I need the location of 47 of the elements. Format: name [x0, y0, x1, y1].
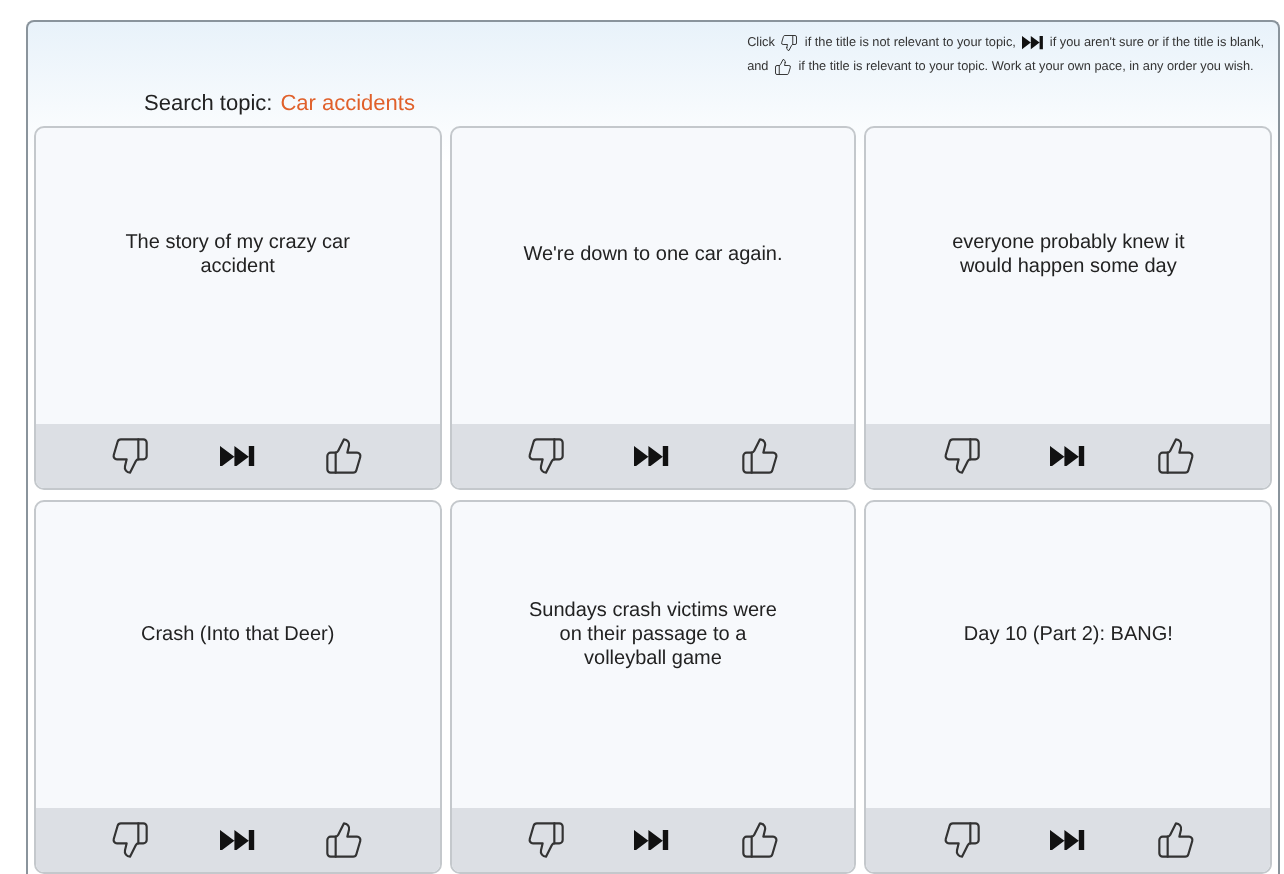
skip-button[interactable] — [219, 445, 256, 467]
card-title: everyone probably knew it would happen some day — [950, 230, 1187, 282]
skip-button[interactable] — [634, 445, 671, 467]
card-title: Day 10 (Part 2): BANG! — [961, 621, 1175, 649]
thumbs-down-icon — [780, 34, 799, 52]
skip-icon — [1021, 36, 1044, 50]
relevant-button[interactable] — [324, 820, 365, 860]
thumbs-up-icon — [1155, 820, 1196, 860]
card-title: Crash (Into that Deer) — [138, 621, 337, 649]
thumbs-down-icon — [525, 820, 566, 860]
skip-icon — [634, 829, 671, 851]
not-relevant-button[interactable] — [110, 436, 151, 476]
not-relevant-button[interactable] — [941, 436, 982, 476]
card-title: The story of my crazy car accident — [123, 230, 352, 282]
thumbs-up-icon — [1155, 436, 1196, 476]
skip-icon — [1050, 829, 1087, 851]
search-topic-label: Search topic: — [144, 92, 273, 116]
relevant-button[interactable] — [740, 436, 781, 476]
thumbs-up-icon — [324, 820, 365, 860]
thumbs-up-icon — [740, 436, 781, 476]
skip-icon — [219, 829, 256, 851]
relevant-button[interactable] — [1155, 436, 1196, 476]
thumbs-down-icon — [525, 436, 566, 476]
relevant-button[interactable] — [740, 820, 781, 860]
thumbs-down-icon — [941, 436, 982, 476]
skip-icon — [634, 445, 671, 467]
thumbs-up-icon — [324, 436, 365, 476]
relevant-button[interactable] — [1155, 820, 1196, 860]
skip-button[interactable] — [1050, 445, 1087, 467]
skip-button[interactable] — [1050, 829, 1087, 851]
not-relevant-button[interactable] — [110, 820, 151, 860]
relevant-button[interactable] — [324, 436, 365, 476]
skip-icon — [1050, 445, 1087, 467]
thumbs-up-icon — [774, 58, 793, 76]
not-relevant-button[interactable] — [525, 820, 566, 860]
skip-icon — [219, 445, 256, 467]
thumbs-down-icon — [110, 436, 151, 476]
thumbs-down-icon — [110, 820, 151, 860]
search-topic-value: Car accidents — [280, 92, 415, 116]
skip-button[interactable] — [219, 829, 256, 851]
card-title: Sundays crash victims were on their passage to a volleyball game — [527, 597, 779, 673]
thumbs-down-icon — [941, 820, 982, 860]
not-relevant-button[interactable] — [525, 436, 566, 476]
skip-button[interactable] — [634, 829, 671, 851]
thumbs-up-icon — [740, 820, 781, 860]
card-title: We're down to one car again. — [521, 242, 785, 270]
not-relevant-button[interactable] — [941, 820, 982, 860]
